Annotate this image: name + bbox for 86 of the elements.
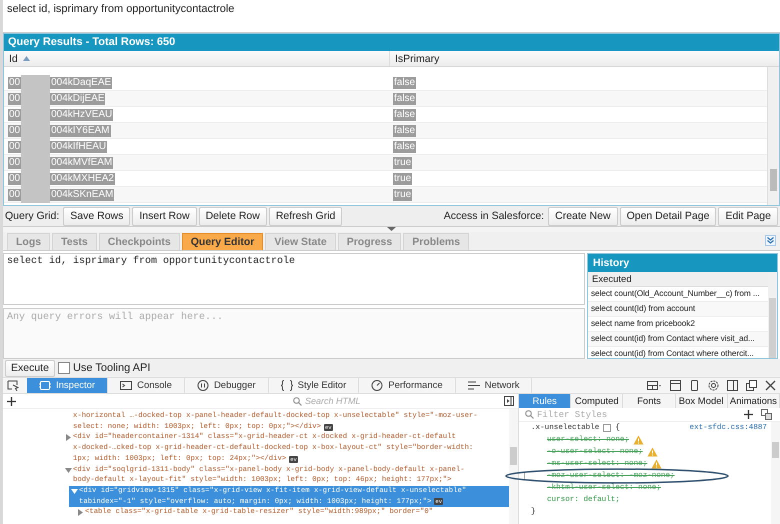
devtools-tab[interactable]: Debugger xyxy=(184,378,269,393)
execute-button[interactable]: Execute xyxy=(5,360,55,376)
settings-icon[interactable] xyxy=(708,380,719,391)
collapsed-triangle-icon[interactable] xyxy=(76,509,84,516)
table-cell: false xyxy=(393,108,416,120)
expanded-triangle-icon[interactable] xyxy=(64,466,72,474)
add-icon xyxy=(7,396,16,406)
lines-icon xyxy=(468,380,480,391)
scrollbar[interactable] xyxy=(509,409,518,524)
history-item[interactable]: select count(id) from Contact where visit_ad... xyxy=(588,332,768,347)
frame-icon[interactable] xyxy=(670,380,681,391)
sidebar-toggle-icon xyxy=(504,396,514,406)
table-cell: 00 xyxy=(8,156,22,168)
table-cell: 004kMVfEAM xyxy=(50,156,114,168)
pause-icon xyxy=(196,380,209,391)
collapse-button[interactable] xyxy=(765,235,776,246)
expanded-triangle-icon[interactable] xyxy=(70,488,78,495)
table-cell: 004kDaqEAE xyxy=(50,76,112,88)
table-cell: true xyxy=(393,172,412,184)
table-cell: false xyxy=(393,140,416,152)
query-editor-field[interactable]: select id, isprimary from opportunitycontactrole xyxy=(3,253,585,305)
layout-icon[interactable] xyxy=(647,380,662,391)
results-title: Query Results - Total Rows: 650 xyxy=(4,34,779,51)
table-cell: false xyxy=(393,92,416,104)
table-cell: 00 xyxy=(8,140,22,152)
table-cell: 004kHzVEAU xyxy=(50,108,114,120)
table-cell: 00 xyxy=(8,92,22,104)
sidebar-tab[interactable]: Animations xyxy=(728,394,780,408)
table-cell: 00 xyxy=(8,188,22,200)
collapsed-triangle-icon[interactable] xyxy=(64,434,72,442)
toolbar-button[interactable]: Open Detail Page xyxy=(620,206,716,226)
panel-title: History xyxy=(588,254,777,272)
double-chevron-icon xyxy=(767,237,774,244)
popout-icon[interactable] xyxy=(746,380,757,391)
copy-icon xyxy=(761,409,772,420)
sidebar-tab[interactable]: Box Model xyxy=(676,394,728,408)
table-cell: true xyxy=(393,156,412,168)
split-panel-icon[interactable] xyxy=(727,380,738,391)
scrollbar[interactable] xyxy=(768,272,777,358)
checkbox-label: Use Tooling API xyxy=(72,362,150,374)
add-icon xyxy=(744,410,753,419)
table-cell: false xyxy=(393,124,416,136)
close-icon[interactable] xyxy=(765,380,776,391)
search-icon xyxy=(525,410,534,419)
devtools-tab[interactable]: Performance xyxy=(359,378,456,393)
scrollbar[interactable] xyxy=(771,422,780,524)
table-cell: 00 xyxy=(8,108,22,120)
phone-icon[interactable] xyxy=(689,380,700,391)
column-header[interactable]: Id xyxy=(4,51,389,66)
error-output-field: Any query errors will appear here... xyxy=(3,308,585,359)
sidebar-tab[interactable]: Computed xyxy=(571,394,624,408)
toolbar-label: Access in Salesforce: xyxy=(444,210,544,222)
column-header[interactable]: Executed xyxy=(588,272,768,287)
pick-element-icon xyxy=(7,380,19,391)
scrollbar[interactable] xyxy=(767,67,779,205)
toolbar-button[interactable]: Save Rows xyxy=(63,206,130,226)
toolbar-button[interactable]: Create New xyxy=(548,206,618,226)
tab[interactable]: Query Editor xyxy=(182,233,264,250)
node-box-icon xyxy=(603,424,612,432)
table-cell: 004kIfHEAU xyxy=(50,140,108,152)
toolbar-label: Query Grid: xyxy=(5,210,60,222)
toolbar-button[interactable]: Refresh Grid xyxy=(268,206,342,226)
toolbar-button[interactable]: Delete Row xyxy=(198,206,267,226)
toolbar-button[interactable]: Edit Page xyxy=(718,206,778,226)
query-input-field[interactable]: select id, isprimary from opportunitycontactrole xyxy=(3,0,780,33)
history-item[interactable]: select count(Id) from account xyxy=(588,302,768,317)
table-cell: 00 xyxy=(8,124,22,136)
braces-icon xyxy=(280,380,293,391)
gauge-icon xyxy=(371,380,384,391)
table-cell: 004kMXHEA2 xyxy=(50,172,115,184)
toolbar-button[interactable]: Insert Row xyxy=(132,206,197,226)
sidebar-tab[interactable]: Fonts xyxy=(623,394,676,408)
column-header[interactable]: IsPrimary xyxy=(389,51,779,66)
search-icon xyxy=(293,396,302,406)
devtools-tab[interactable]: Style Editor xyxy=(268,378,360,393)
table-cell: 004kDijEAE xyxy=(50,92,106,104)
devtools-tab[interactable]: Console xyxy=(108,378,185,393)
table-cell: false xyxy=(393,76,416,88)
table-cell: true xyxy=(393,188,412,200)
table-cell: 00 xyxy=(8,76,22,88)
table-cell: 004kIY6EAM xyxy=(50,124,110,136)
box-icon xyxy=(39,380,51,391)
devtools-tab[interactable]: Network xyxy=(456,378,532,393)
table-cell: 00 xyxy=(8,172,22,184)
table-cell: 004kSKnEAM xyxy=(50,188,114,200)
console-icon xyxy=(120,380,132,391)
